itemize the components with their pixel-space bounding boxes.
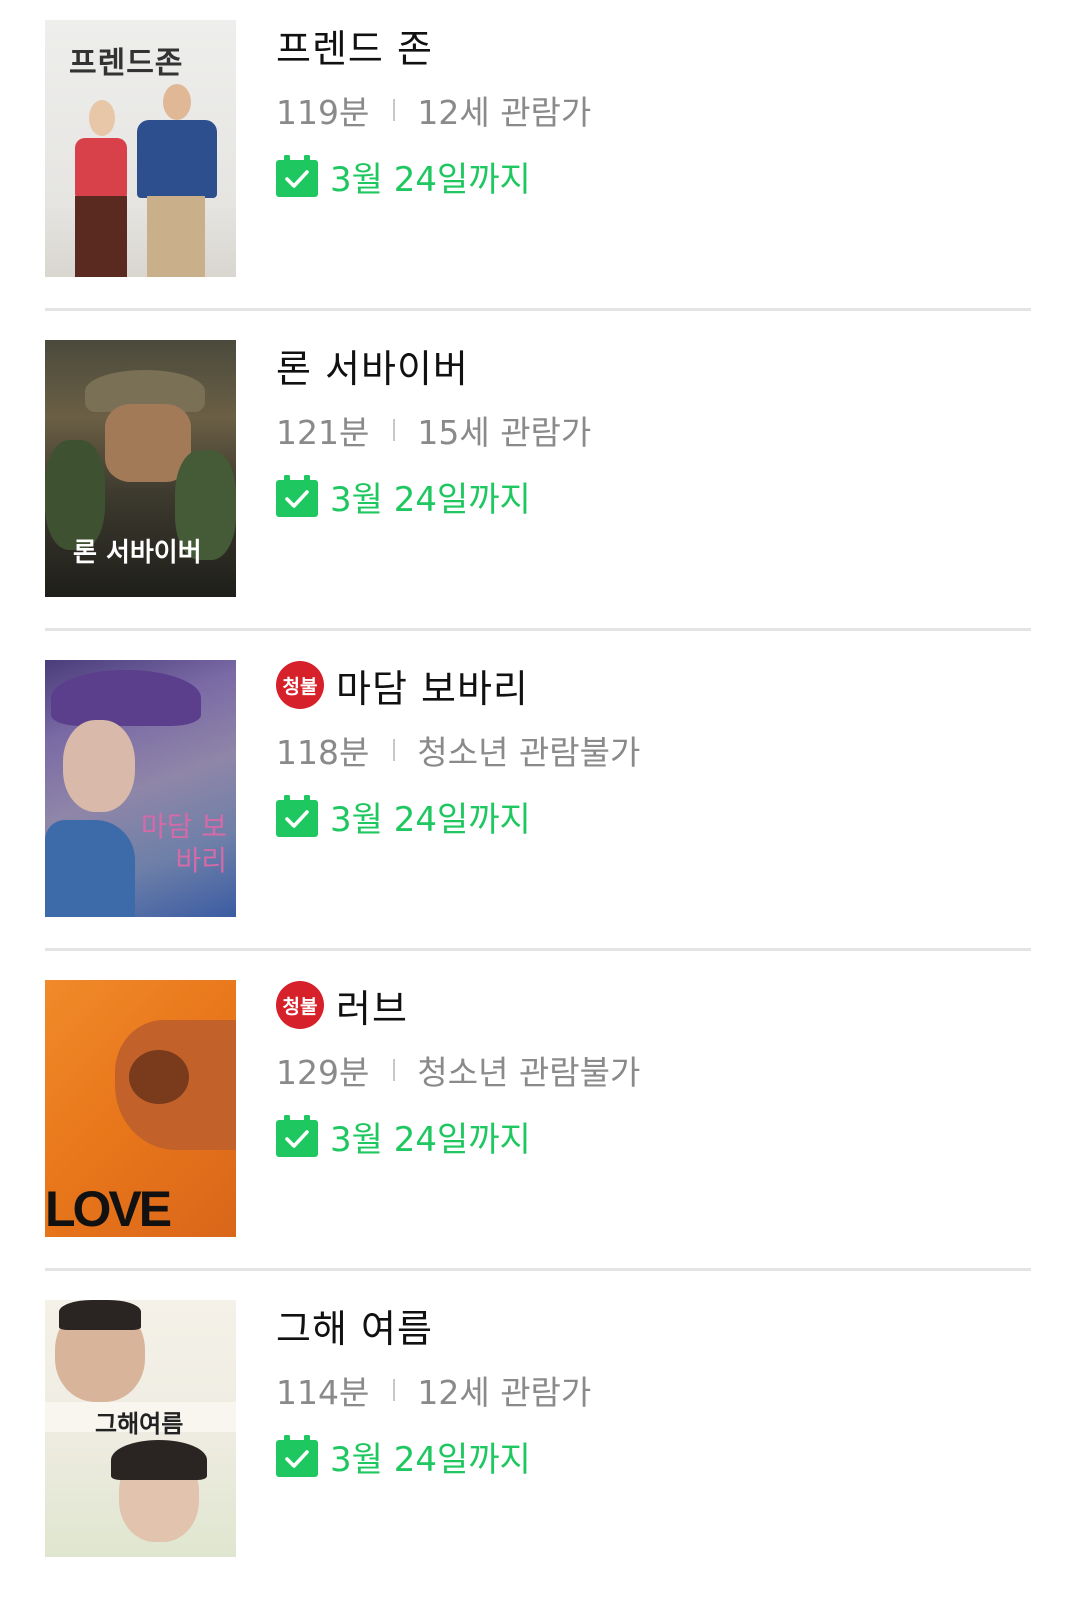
- meta-row: 121분 15세 관람가: [276, 407, 591, 453]
- movie-title[interactable]: 러브: [336, 978, 408, 1033]
- poster-figure: [129, 1050, 189, 1104]
- meta-row: 129분 청소년 관람불가: [276, 1047, 640, 1093]
- movie-info: 프렌드 존 119분 12세 관람가 3월 24일까지: [276, 18, 591, 200]
- poster-title-text: 그해여름: [95, 1409, 184, 1438]
- meta-separator: [393, 739, 396, 761]
- title-row: 청불 러브: [276, 978, 640, 1033]
- date-row: 3월 24일까지: [276, 1113, 640, 1160]
- meta-row: 119분 12세 관람가: [276, 87, 591, 133]
- poster-figure: [75, 196, 127, 277]
- rating-text: 청소년 관람불가: [417, 733, 641, 772]
- calendar-check-icon: [276, 795, 318, 837]
- date-row: 3월 24일까지: [276, 793, 640, 840]
- movie-info: 청불 러브 129분 청소년 관람불가 3월 24일까지: [276, 978, 640, 1160]
- meta-separator: [393, 1059, 396, 1081]
- movie-title[interactable]: 마담 보바리: [336, 658, 529, 713]
- poster-figure: [147, 196, 205, 277]
- poster-title-text: 론 서바이버: [73, 538, 202, 568]
- poster-figure: [59, 1300, 141, 1330]
- screening-until-text: 3월 24일까지: [330, 1439, 531, 1480]
- divider: [45, 308, 1031, 311]
- movie-title[interactable]: 그해 여름: [276, 1298, 433, 1353]
- date-row: 3월 24일까지: [276, 153, 591, 200]
- meta-row: 118분 청소년 관람불가: [276, 727, 640, 773]
- poster-figure: [111, 1440, 207, 1480]
- runtime-text: 121분: [276, 413, 370, 452]
- divider: [45, 948, 1031, 951]
- movie-info: 론 서바이버 121분 15세 관람가 3월 24일까지: [276, 338, 591, 520]
- title-row: 청불 마담 보바리: [276, 658, 640, 713]
- poster-title-text: 마담 보바리: [140, 810, 227, 877]
- movie-list-item[interactable]: 마담 보바리 청불 마담 보바리 118분 청소년 관람불가 3월 24일까지: [45, 660, 1031, 980]
- divider: [45, 628, 1031, 631]
- movie-info: 청불 마담 보바리 118분 청소년 관람불가 3월 24일까지: [276, 658, 640, 840]
- screening-until-text: 3월 24일까지: [330, 479, 531, 520]
- movie-list-item[interactable]: LOVE 청불 러브 129분 청소년 관람불가 3월 24일까지: [45, 980, 1031, 1300]
- runtime-text: 118분: [276, 733, 370, 772]
- movie-list-item[interactable]: 그해여름 그해 여름 114분 12세 관람가 3월 24일까지: [45, 1300, 1031, 1620]
- title-row: 프렌드 존: [276, 18, 591, 73]
- title-row: 론 서바이버: [276, 338, 591, 393]
- poster-figure: [45, 820, 135, 917]
- restricted-rating-badge: 청불: [276, 981, 324, 1029]
- rating-text: 청소년 관람불가: [417, 1053, 641, 1092]
- movie-list: 프렌드존 프렌드 존 119분 12세 관람가 3월 24일까지 론 서바이버 …: [45, 20, 1031, 1620]
- calendar-check-icon: [276, 475, 318, 517]
- meta-row: 114분 12세 관람가: [276, 1367, 591, 1413]
- movie-list-item[interactable]: 론 서바이버 론 서바이버 121분 15세 관람가 3월 24일까지: [45, 340, 1031, 660]
- poster-title-text: LOVE: [45, 1181, 172, 1237]
- restricted-rating-badge: 청불: [276, 661, 324, 709]
- meta-separator: [393, 99, 396, 121]
- movie-poster[interactable]: 마담 보바리: [45, 660, 236, 917]
- movie-title[interactable]: 론 서바이버: [276, 338, 469, 393]
- poster-title-text: 프렌드존: [69, 46, 184, 81]
- date-row: 3월 24일까지: [276, 473, 591, 520]
- poster-figure: [51, 670, 201, 726]
- title-row: 그해 여름: [276, 1298, 591, 1353]
- poster-figure: [63, 720, 135, 812]
- poster-figure: [75, 138, 127, 198]
- runtime-text: 114분: [276, 1373, 370, 1412]
- poster-figure: [89, 100, 115, 136]
- calendar-check-icon: [276, 1435, 318, 1477]
- meta-separator: [393, 1379, 396, 1401]
- movie-poster[interactable]: 론 서바이버: [45, 340, 236, 597]
- screening-until-text: 3월 24일까지: [330, 799, 531, 840]
- poster-figure: [137, 120, 217, 198]
- runtime-text: 129분: [276, 1053, 370, 1092]
- rating-text: 12세 관람가: [417, 93, 592, 132]
- screening-until-text: 3월 24일까지: [330, 1119, 531, 1160]
- divider: [45, 1268, 1031, 1271]
- date-row: 3월 24일까지: [276, 1433, 591, 1480]
- movie-poster[interactable]: 그해여름: [45, 1300, 236, 1557]
- movie-title[interactable]: 프렌드 존: [276, 18, 433, 73]
- screening-until-text: 3월 24일까지: [330, 159, 531, 200]
- poster-figure: [163, 84, 191, 120]
- movie-list-item[interactable]: 프렌드존 프렌드 존 119분 12세 관람가 3월 24일까지: [45, 20, 1031, 340]
- movie-poster[interactable]: LOVE: [45, 980, 236, 1237]
- runtime-text: 119분: [276, 93, 370, 132]
- calendar-check-icon: [276, 1115, 318, 1157]
- rating-text: 15세 관람가: [417, 413, 592, 452]
- movie-info: 그해 여름 114분 12세 관람가 3월 24일까지: [276, 1298, 591, 1480]
- calendar-check-icon: [276, 155, 318, 197]
- movie-poster[interactable]: 프렌드존: [45, 20, 236, 277]
- rating-text: 12세 관람가: [417, 1373, 592, 1412]
- meta-separator: [393, 419, 396, 441]
